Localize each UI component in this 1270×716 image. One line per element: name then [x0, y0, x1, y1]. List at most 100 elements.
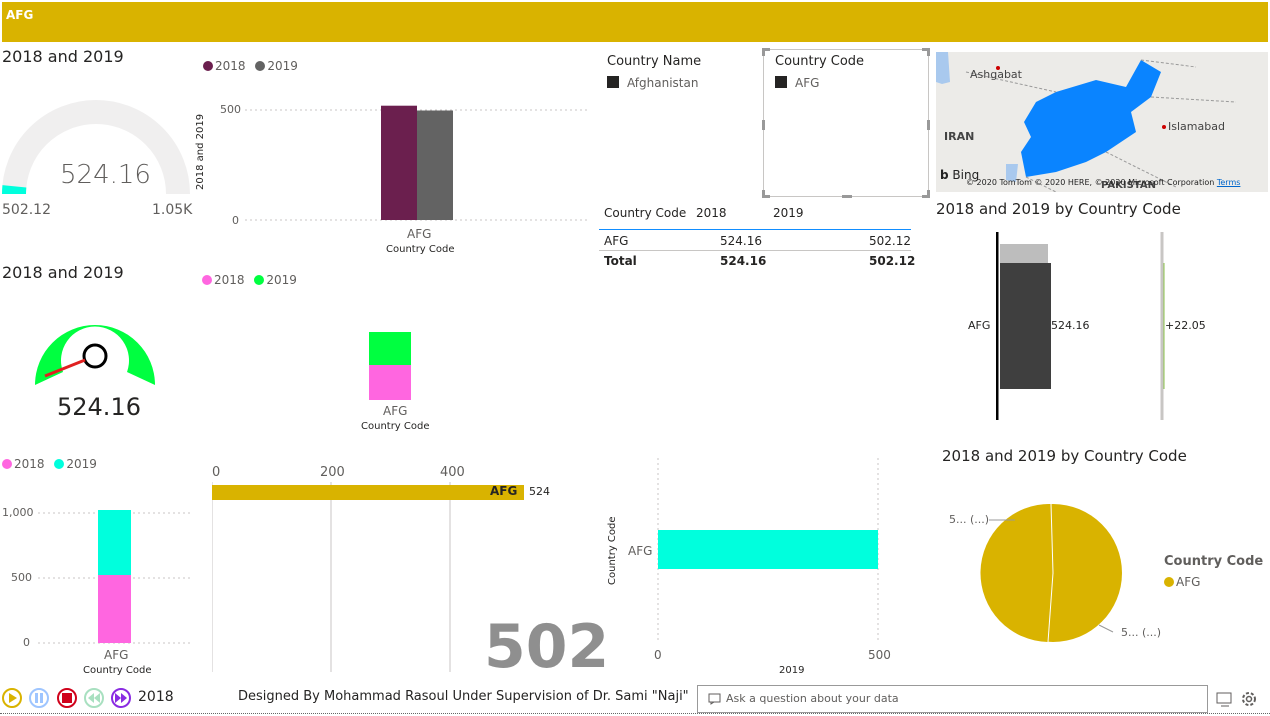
report-banner: [2, 2, 1268, 42]
map-label-iran: IRAN: [944, 130, 975, 143]
qa-placeholder: Ask a question about your data: [726, 692, 899, 705]
stacked2-tick-500: 500: [11, 571, 32, 584]
bar2-tick-0: 0: [654, 648, 662, 662]
pie-title: 2018 and 2019 by Country Code: [942, 447, 1187, 465]
checkbox-icon: [607, 76, 619, 88]
table-cell: 502.12: [869, 234, 911, 248]
table-header-divider: [599, 229, 911, 230]
gauge1-value: 524.16: [60, 160, 151, 190]
slicer-country-name-item[interactable]: Afghanistan: [607, 76, 698, 90]
stacked2-tick-0: 0: [23, 636, 30, 649]
waterfall-bar-total: [1000, 263, 1051, 389]
map-terms-link[interactable]: Terms: [1217, 178, 1241, 187]
stacked2-legend: 2018 2019: [2, 457, 103, 471]
legend-item-2019[interactable]: 2019: [54, 457, 100, 471]
column1-xlabel: Country Code: [386, 244, 455, 255]
table-total-2019: 502.12: [869, 254, 916, 268]
pie-legend-title: Country Code: [1164, 554, 1264, 569]
resize-handle-icon: [927, 120, 930, 130]
pie-label-top: 5... (...): [949, 513, 990, 526]
table-total-divider: [599, 250, 911, 251]
waterfall-delta-label: +22.05: [1165, 319, 1206, 332]
share-icon[interactable]: [1215, 690, 1235, 708]
map-label-islamabad: Islamabad: [1168, 120, 1225, 133]
bar2-bar-afg: [658, 530, 878, 569]
waterfall-category: AFG: [968, 319, 991, 332]
column1-ylabel: 2018 and 2019: [195, 113, 206, 190]
checkbox-icon: [775, 76, 787, 88]
legend-item-2018[interactable]: 2018: [203, 59, 249, 73]
table-total-label: Total: [604, 254, 637, 268]
bar2-ylabel: Country Code: [607, 516, 618, 585]
table-header-country-code[interactable]: Country Code: [604, 206, 686, 220]
table-header-2018[interactable]: 2018: [696, 206, 727, 220]
resize-handle-icon: [762, 190, 770, 198]
waterfall-bar-delta: [1000, 244, 1048, 264]
legend-dot-icon: [2, 459, 12, 469]
stacked1-xlabel: Country Code: [361, 421, 430, 432]
legend-dot-icon: [254, 275, 265, 285]
bar1-bar-afg: [212, 485, 524, 500]
previous-button[interactable]: [84, 688, 104, 708]
chat-icon: [708, 693, 721, 705]
column1-legend: 2018 2019: [203, 59, 304, 73]
bar2-category: AFG: [628, 544, 653, 558]
map-copyright: © 2020 TomTom © 2020 HERE, © 2020 Micros…: [966, 178, 1241, 187]
slicer-country-name-title: Country Name: [607, 54, 702, 69]
stacked2-plot: [38, 510, 193, 644]
slicer-country-code-frame: [762, 48, 930, 198]
stop-icon: [62, 693, 72, 703]
pause-icon: [35, 693, 43, 703]
resize-handle-icon: [842, 195, 852, 198]
bar1-category: AFG: [490, 484, 518, 498]
stacked1-plot: [369, 332, 411, 400]
legend-item-2019[interactable]: 2019: [255, 59, 301, 73]
gauge2-hub-icon: [82, 343, 108, 369]
bar1-tick-200: 200: [320, 465, 345, 480]
gauge2-title: 2018 and 2019: [2, 263, 124, 282]
play-button[interactable]: [2, 688, 22, 708]
map-visual[interactable]: Ashgabat IRAN Islamabad PAKISTAN b Bing …: [936, 52, 1268, 192]
legend-item-2018[interactable]: 2018: [2, 457, 48, 471]
stacked2-tick-1000: 1,000: [2, 506, 34, 519]
resize-handle-icon: [762, 48, 770, 56]
card-value: 502: [484, 612, 610, 682]
play-axis-year: 2018: [138, 689, 174, 705]
waterfall-value-label: 524.16: [1051, 319, 1090, 332]
legend-dot-icon: [54, 459, 65, 469]
stacked1-bar-2019: [369, 332, 411, 365]
resize-handle-icon: [762, 120, 765, 130]
pie-label-bottom: 5... (...): [1121, 626, 1162, 639]
play-icon: [9, 693, 17, 703]
column1-category: AFG: [407, 227, 432, 241]
stacked2-bar-2019: [98, 510, 131, 575]
stacked1-bar-2018: [369, 365, 411, 400]
legend-dot-icon: [255, 61, 266, 71]
slicer-country-code-title: Country Code: [775, 54, 865, 69]
legend-dot-icon: [202, 275, 212, 285]
slicer-country-code-item[interactable]: AFG: [775, 76, 819, 90]
waterfall-title: 2018 and 2019 by Country Code: [936, 200, 1181, 218]
settings-gear-icon[interactable]: [1240, 690, 1258, 708]
column1-bar-2019: [417, 110, 453, 220]
bar2-plot: [657, 458, 879, 643]
footer-credit: Designed By Mohammad Rasoul Under Superv…: [238, 689, 689, 704]
qa-input[interactable]: Ask a question about your data: [697, 685, 1208, 713]
pause-button[interactable]: [29, 688, 49, 708]
gauge2[interactable]: [25, 290, 165, 390]
table-cell: 524.16: [720, 234, 762, 248]
legend-item-2018[interactable]: 2018: [202, 273, 248, 287]
bar1-tick-0: 0: [212, 465, 221, 480]
pie-legend-item[interactable]: AFG: [1164, 575, 1203, 589]
map-label-ashgabat: Ashgabat: [970, 68, 1022, 81]
table-header-2019[interactable]: 2019: [773, 206, 804, 220]
stop-button[interactable]: [57, 688, 77, 708]
bar1-value-label: 524: [529, 485, 550, 498]
gauge1-min: 502.12: [2, 202, 51, 218]
next-button[interactable]: [111, 688, 131, 708]
bar2-tick-500: 500: [868, 648, 891, 662]
column1-plot: [245, 105, 590, 221]
legend-item-2019[interactable]: 2019: [254, 273, 300, 287]
column1-bar-2018: [381, 105, 417, 220]
stacked1-category: AFG: [383, 404, 408, 418]
